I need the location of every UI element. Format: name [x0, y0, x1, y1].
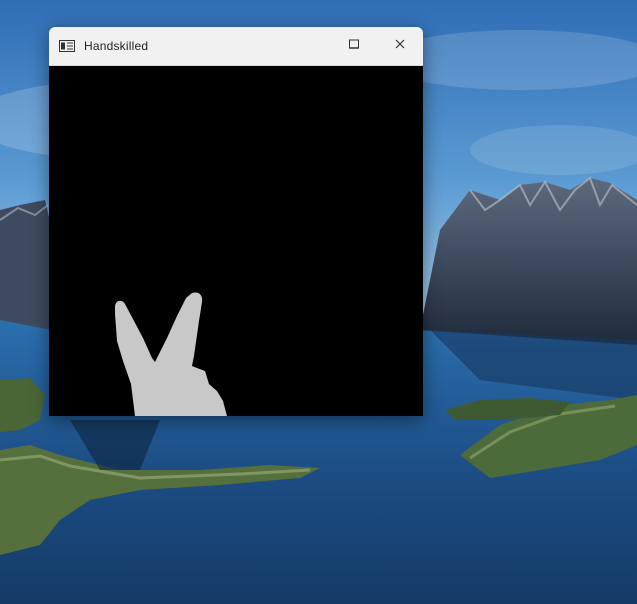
- window-title: Handskilled: [84, 39, 149, 53]
- video-canvas: [49, 66, 423, 416]
- desktop: Handskilled: [0, 0, 637, 604]
- minimize-icon: [348, 37, 360, 55]
- hand-mask-image: [49, 66, 423, 416]
- close-icon: [394, 37, 406, 55]
- minimize-button[interactable]: [331, 27, 377, 65]
- window-controls: [331, 27, 423, 65]
- close-button[interactable]: [377, 27, 423, 65]
- app-window[interactable]: Handskilled: [49, 27, 423, 416]
- app-window-icon: [58, 39, 76, 53]
- window-titlebar[interactable]: Handskilled: [49, 27, 423, 66]
